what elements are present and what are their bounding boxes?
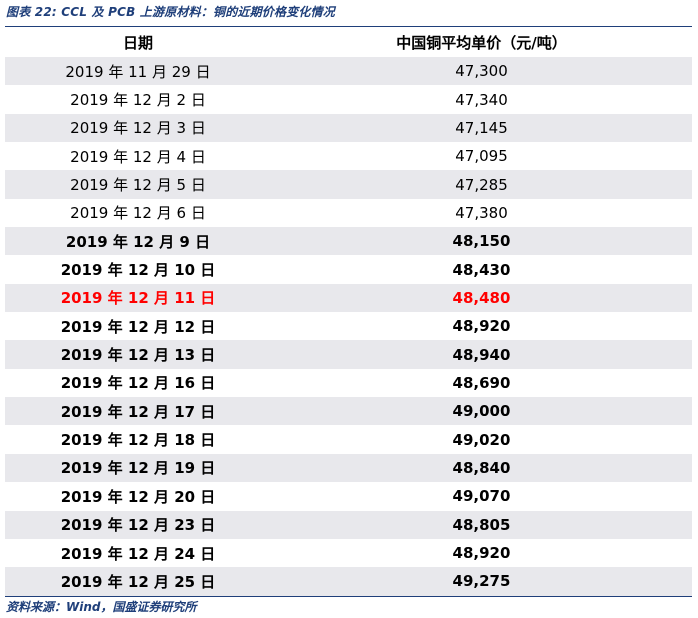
date-cell: 2019 年 12 月 20 日 <box>60 487 216 506</box>
table-row: 2019 年 12 月 13 日 48,940 <box>5 340 692 369</box>
table-row: 2019 年 12 月 5 日 47,285 <box>5 170 692 199</box>
figure-caption: 图表 22: CCL 及 PCB 上游原材料：铜的近期价格变化情况 <box>6 5 335 19</box>
date-cell: 2019 年 12 月 4 日 <box>70 147 206 166</box>
date-cell: 2019 年 12 月 25 日 <box>60 572 216 591</box>
price-cell: 48,940 <box>452 345 511 364</box>
date-cell: 2019 年 12 月 24 日 <box>60 544 216 563</box>
date-cell: 2019 年 12 月 23 日 <box>60 516 216 535</box>
price-cell: 47,145 <box>455 118 508 137</box>
table-row: 2019 年 12 月 10 日 48,430 <box>5 255 692 283</box>
table-row: 2019 年 12 月 17 日 49,000 <box>5 397 692 426</box>
table-row: 2019 年 12 月 18 日 49,020 <box>5 425 692 453</box>
table-row: 2019 年 12 月 23 日 48,805 <box>5 510 692 539</box>
table-row: 2019 年 12 月 3 日 47,145 <box>5 113 692 143</box>
date-cell: 2019 年 12 月 18 日 <box>60 431 216 450</box>
date-cell: 2019 年 12 月 3 日 <box>70 119 206 138</box>
table-row: 2019 年 12 月 16 日 48,690 <box>5 369 692 397</box>
price-cell: 47,340 <box>455 90 508 109</box>
date-column-header: 日期 <box>122 33 153 52</box>
date-cell: 2019 年 12 月 11 日 <box>60 289 216 308</box>
price-cell: 48,150 <box>452 232 511 251</box>
table-row: 2019 年 12 月 25 日 49,275 <box>5 567 692 596</box>
price-cell: 48,480 <box>452 288 511 307</box>
date-cell: 2019 年 12 月 10 日 <box>60 261 216 280</box>
source-note: 资料来源：Wind，国盛证券研究所 <box>6 600 197 614</box>
table-row: 2019 年 12 月 4 日 47,095 <box>5 142 692 170</box>
table-row: 2019 年 12 月 12 日 48,920 <box>5 312 692 340</box>
table-body: 2019 年 11 月 29 日 47,300 2019 年 12 月 2 日 47,… <box>5 57 692 596</box>
price-cell: 49,000 <box>452 402 511 421</box>
price-cell: 48,690 <box>452 373 511 392</box>
date-cell: 2019 年 12 月 19 日 <box>60 459 216 478</box>
table-row: 2019 年 12 月 24 日 48,920 <box>5 539 692 567</box>
price-cell: 47,095 <box>455 147 508 166</box>
table-row: 2019 年 12 月 20 日 49,070 <box>5 482 692 510</box>
table-row: 2019 年 12 月 9 日 48,150 <box>5 227 692 256</box>
date-cell: 2019 年 12 月 2 日 <box>70 91 206 110</box>
table-row: 2019 年 12 月 6 日 47,380 <box>5 199 692 227</box>
table-header-row: 日期 中国铜平均单价（元/吨） <box>5 27 692 57</box>
price-cell: 49,070 <box>452 487 511 506</box>
date-cell: 2019 年 12 月 16 日 <box>60 374 216 393</box>
table-row: 2019 年 11 月 29 日 47,300 <box>5 57 692 86</box>
date-cell: 2019 年 12 月 17 日 <box>60 402 216 421</box>
date-cell: 2019 年 11 月 29 日 <box>65 62 211 81</box>
price-cell: 47,380 <box>455 203 508 222</box>
date-cell: 2019 年 12 月 9 日 <box>65 232 211 251</box>
price-cell: 48,920 <box>452 544 511 563</box>
table-row: 2019 年 12 月 11 日 48,480 <box>5 283 692 313</box>
copper-price-table: 日期 中国铜平均单价（元/吨） 2019 年 11 月 29 日 47,300 20… <box>5 26 692 597</box>
date-cell: 2019 年 12 月 12 日 <box>60 317 216 336</box>
price-cell: 49,275 <box>452 572 511 591</box>
date-cell: 2019 年 12 月 13 日 <box>60 346 216 365</box>
price-cell: 48,920 <box>452 317 511 336</box>
price-cell: 48,840 <box>452 458 511 477</box>
price-cell: 48,430 <box>452 260 511 279</box>
price-cell: 47,300 <box>455 62 508 81</box>
price-cell: 49,020 <box>452 430 511 449</box>
price-column-header: 中国铜平均单价（元/吨） <box>396 33 567 52</box>
price-cell: 48,805 <box>452 515 511 534</box>
date-cell: 2019 年 12 月 6 日 <box>70 204 206 223</box>
table-row: 2019 年 12 月 19 日 48,840 <box>5 453 692 483</box>
table-row: 2019 年 12 月 2 日 47,340 <box>5 85 692 113</box>
price-cell: 47,285 <box>455 175 508 194</box>
date-cell: 2019 年 12 月 5 日 <box>70 176 206 195</box>
